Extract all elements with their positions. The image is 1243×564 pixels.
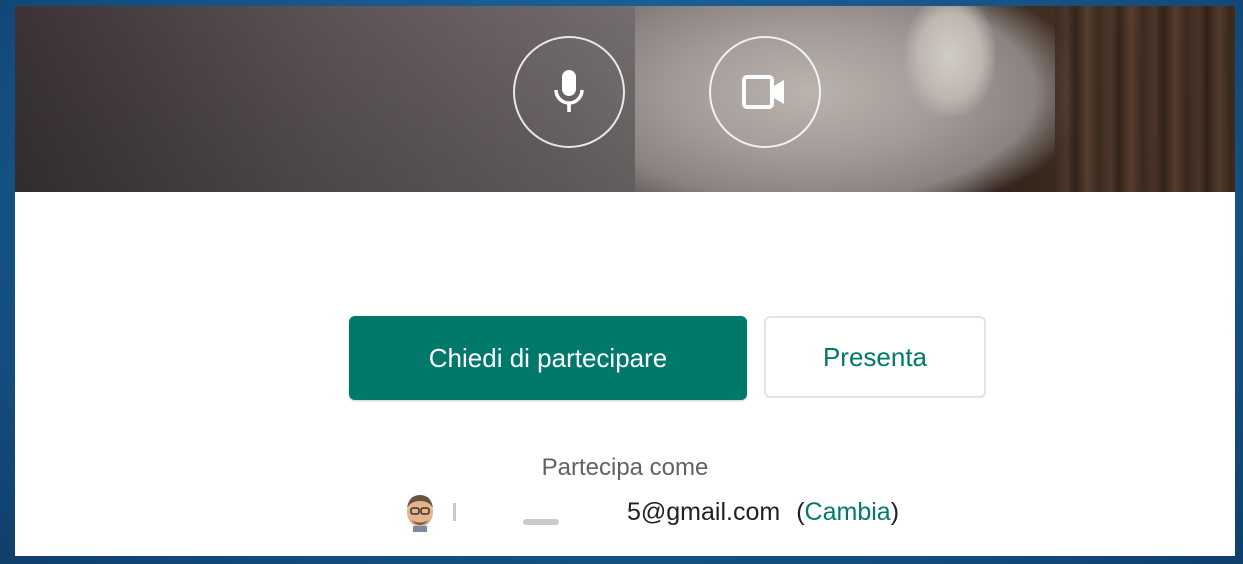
redacted-email-part bbox=[451, 497, 627, 527]
change-account: (Cambia) bbox=[796, 497, 900, 526]
meeting-join-panel: Chiedi di partecipare Presenta Partecipa… bbox=[15, 6, 1235, 556]
camera-toggle-button[interactable] bbox=[709, 36, 821, 148]
join-options: Chiedi di partecipare Presenta Partecipa… bbox=[15, 192, 1235, 556]
present-button[interactable]: Presenta bbox=[764, 316, 986, 398]
account-email: 5@gmail.com bbox=[627, 497, 781, 526]
ask-to-join-button[interactable]: Chiedi di partecipare bbox=[349, 316, 747, 400]
microphone-icon bbox=[554, 70, 584, 112]
microphone-toggle-button[interactable] bbox=[513, 36, 625, 148]
join-as-label: Partecipa come bbox=[541, 454, 709, 481]
account-row: 5@gmail.com (Cambia) bbox=[403, 490, 899, 534]
user-avatar-icon bbox=[403, 492, 437, 532]
video-camera-icon bbox=[742, 75, 784, 109]
camera-preview bbox=[15, 6, 1235, 196]
change-account-link[interactable]: Cambia bbox=[805, 498, 891, 526]
